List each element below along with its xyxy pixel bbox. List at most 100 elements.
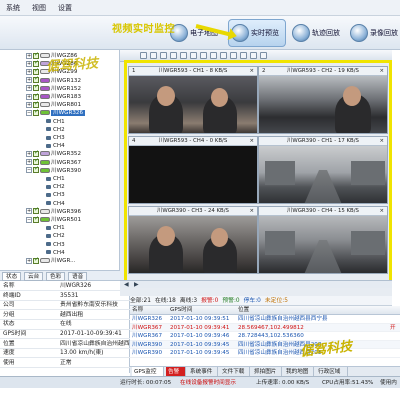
checkbox[interactable] — [33, 215, 39, 223]
tree-channel-item[interactable]: CH3 — [0, 241, 119, 249]
video-cell[interactable]: 4 川WGR593 - CH4 - 0 KB/S × — [128, 136, 258, 204]
video-cell[interactable]: 川WGR390 - CH3 - 24 KB/S × — [128, 206, 258, 274]
header-location[interactable]: 位置 — [238, 306, 249, 315]
tree-channel-item[interactable]: CH1 — [0, 175, 119, 183]
checkbox[interactable] — [33, 206, 39, 215]
expand-icon[interactable]: + — [26, 77, 32, 84]
header-gps-time[interactable]: GPS时间 — [170, 306, 192, 315]
checkbox[interactable] — [33, 149, 39, 157]
tab-voice[interactable]: 语音 — [68, 272, 88, 281]
fullscreen-icon[interactable] — [220, 52, 227, 59]
layout-36-icon[interactable] — [210, 52, 217, 59]
count-item[interactable]: 报警:0 — [201, 298, 218, 304]
video-feed[interactable] — [259, 76, 387, 133]
event-row[interactable]: 川WGR367 2017-01-10 09:39:41 28.569467,102.… — [130, 323, 400, 333]
tree-channel-item[interactable]: CH2 — [0, 183, 119, 191]
layout-9-icon[interactable] — [180, 52, 187, 59]
record-icon[interactable] — [240, 52, 247, 59]
video-feed[interactable] — [259, 146, 387, 203]
expand-icon[interactable]: + — [26, 257, 32, 264]
close-icon[interactable]: × — [379, 207, 384, 216]
video-feed[interactable] — [259, 216, 387, 273]
count-item[interactable]: 在线:18 — [155, 298, 176, 304]
expand-icon[interactable]: + — [26, 68, 32, 75]
tab-status[interactable]: 状态 — [2, 272, 22, 281]
checkbox[interactable] — [33, 83, 39, 92]
count-item[interactable]: 离线:3 — [180, 298, 197, 304]
menu-settings[interactable]: 设置 — [58, 3, 72, 13]
snapshot-icon[interactable] — [230, 52, 237, 59]
event-row[interactable]: 川WGR326 2017-01-10 09:39:51 四川省凉山彝族自治州越西县西… — [130, 315, 400, 324]
tree-vehicle-item[interactable]: + 川WGR352 — [0, 149, 119, 158]
video-cell[interactable]: 川WGR390 - CH4 - 15 KB/S × — [258, 206, 388, 274]
expand-icon[interactable]: + — [26, 60, 32, 67]
close-icon[interactable]: × — [249, 207, 254, 216]
checkbox[interactable] — [33, 59, 39, 67]
stop-all-icon[interactable] — [260, 52, 267, 59]
expand-icon[interactable]: + — [26, 159, 32, 166]
checkbox[interactable] — [33, 67, 39, 75]
tree-channel-item[interactable]: CH3 — [0, 134, 119, 142]
layout-1-icon[interactable] — [140, 52, 147, 59]
checkbox[interactable] — [33, 92, 39, 100]
expand-icon[interactable]: + — [26, 93, 32, 100]
tree-channel-item[interactable]: CH2 — [0, 232, 119, 240]
toolbar-video-playback-button[interactable]: 录像回放 — [348, 19, 400, 47]
expand-icon[interactable]: + — [26, 208, 32, 215]
video-feed[interactable] — [129, 76, 257, 133]
expand-icon[interactable]: − — [26, 109, 32, 116]
checkbox[interactable] — [33, 108, 39, 116]
layout-25-icon[interactable] — [200, 52, 207, 59]
expand-icon[interactable]: − — [26, 167, 32, 174]
count-item[interactable]: 停车:0 — [244, 298, 261, 304]
tree-vehicle-item[interactable]: + 川WGR367 — [0, 157, 119, 167]
menu-view[interactable]: 视图 — [32, 3, 46, 13]
tree-channel-item[interactable]: CH4 — [0, 200, 119, 208]
expand-icon[interactable]: − — [26, 216, 32, 223]
close-icon[interactable]: × — [379, 137, 384, 146]
count-item[interactable]: 未定位:5 — [265, 298, 288, 304]
layout-8-icon[interactable] — [170, 52, 177, 59]
layout-16-icon[interactable] — [190, 52, 197, 59]
tab-ptz[interactable]: 云台 — [24, 272, 44, 281]
video-cell[interactable]: 2 川WGR593 - CH2 - 19 KB/S × — [258, 66, 388, 134]
checkbox[interactable] — [33, 51, 39, 59]
event-row[interactable]: 川WGR390 2017-01-10 09:39:45 四川省凉山彝族自治州越西县2… — [130, 340, 400, 350]
checkbox[interactable] — [33, 75, 39, 84]
tree-channel-item[interactable]: CH1 — [0, 118, 119, 126]
event-row[interactable]: 川WGR367 2017-01-10 09:39:46 28.728443,102.… — [130, 332, 400, 341]
pager-next-icon[interactable]: ▶ — [134, 281, 139, 288]
video-cell[interactable]: 川WGR390 - CH1 - 17 KB/S × — [258, 136, 388, 204]
tree-vehicle-item[interactable]: − 川WGR326 — [0, 108, 119, 117]
tree-vehicle-item[interactable]: − 川WGR390 — [0, 165, 119, 175]
expand-icon[interactable]: + — [26, 101, 32, 108]
pager-prev-icon[interactable]: ◀ — [124, 281, 129, 288]
tree-vehicle-item[interactable]: − 川WGR501 — [0, 215, 119, 224]
close-icon[interactable]: × — [249, 137, 254, 146]
checkbox[interactable] — [33, 157, 39, 166]
event-row[interactable]: 川WGR390 2017-01-10 09:39:45 四川省凉山彝族自治州越西县2… — [130, 349, 400, 358]
layout-4-icon[interactable] — [150, 52, 157, 59]
layout-6-icon[interactable] — [160, 52, 167, 59]
tree-channel-item[interactable]: CH1 — [0, 224, 119, 232]
tree-channel-item[interactable]: CH3 — [0, 191, 119, 199]
count-item[interactable]: 全部:21 — [130, 298, 151, 304]
tree-vehicle-item[interactable]: + 川WGR396 — [0, 206, 119, 216]
tab-color[interactable]: 色彩 — [46, 272, 66, 281]
checkbox[interactable] — [33, 165, 39, 174]
tree-vehicle-item[interactable]: + 川WGR132 — [0, 75, 119, 85]
toolbar-track-playback-button[interactable]: 轨迹回放 — [290, 19, 346, 47]
tree-vehicle-item[interactable]: + 川WGR183 — [0, 92, 119, 101]
volume-icon[interactable] — [250, 52, 257, 59]
menu-system[interactable]: 系统 — [6, 3, 20, 13]
tree-channel-item[interactable]: CH2 — [0, 126, 119, 134]
header-name[interactable]: 名称 — [132, 306, 143, 315]
checkbox[interactable] — [33, 256, 39, 264]
expand-icon[interactable]: + — [26, 52, 32, 59]
count-item[interactable]: 预警:0 — [222, 298, 239, 304]
expand-icon[interactable]: + — [26, 85, 32, 92]
checkbox[interactable] — [33, 100, 39, 108]
video-cell[interactable]: 1 川WGR593 - CH1 - 8 KB/S × — [128, 66, 258, 134]
video-feed[interactable] — [129, 216, 257, 273]
tree-vehicle-item[interactable]: + 川WGR... — [0, 256, 119, 265]
